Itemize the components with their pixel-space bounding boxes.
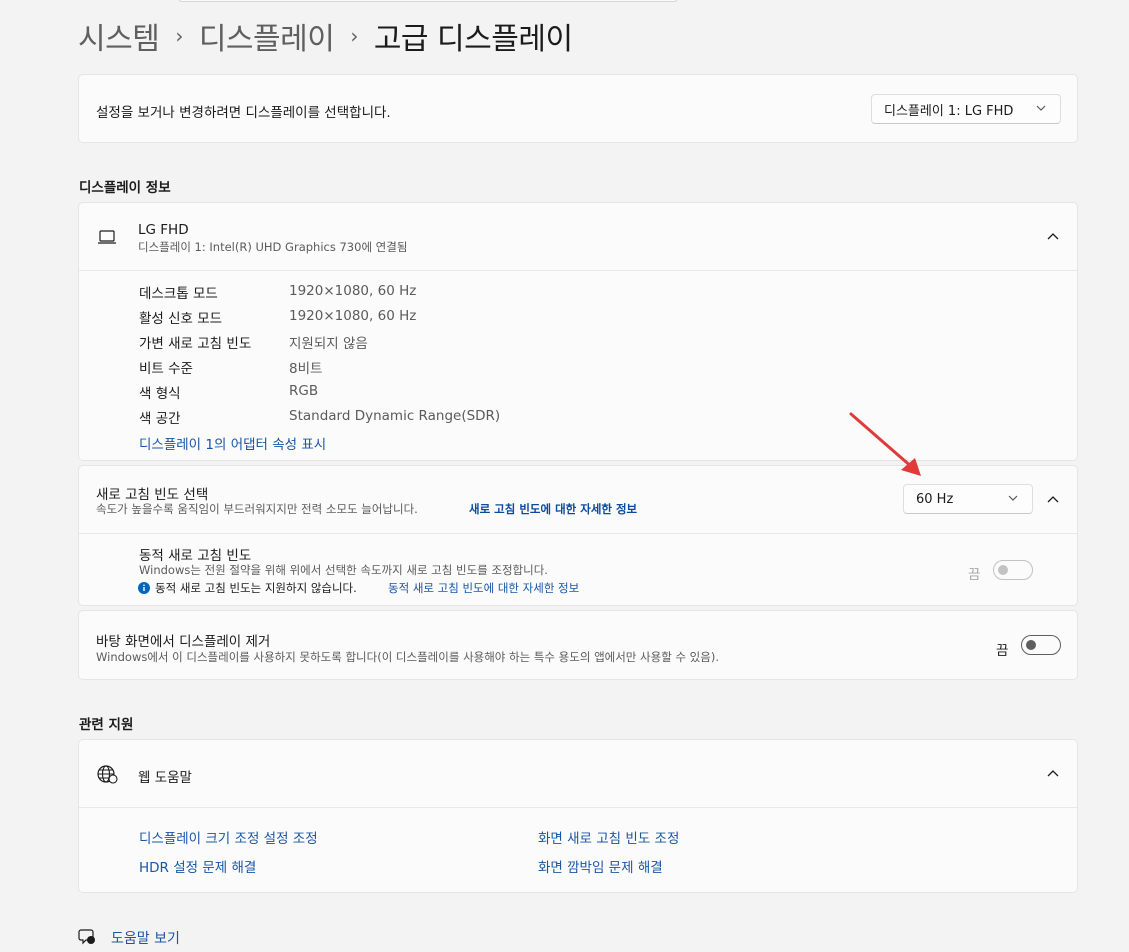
- info-label: 데스크톱 모드: [139, 286, 218, 302]
- select-display-card: 설정을 보거나 변경하려면 디스플레이를 선택합니다. 디스플레이 1: LG …: [78, 74, 1078, 143]
- info-value: 8비트: [289, 361, 323, 377]
- globe-help-icon: [97, 765, 118, 784]
- chevron-up-icon[interactable]: [1045, 229, 1061, 245]
- divider: [79, 807, 1077, 808]
- toggle-knob: [1026, 640, 1036, 650]
- divider: [79, 270, 1077, 271]
- divider: [79, 533, 1077, 534]
- info-label: 색 형식: [139, 386, 181, 402]
- dynamic-refresh-note: 동적 새로 고침 빈도는 지원하지 않습니다.: [155, 581, 357, 595]
- chevron-up-icon[interactable]: [1045, 766, 1061, 782]
- breadcrumb-separator-icon: ›: [175, 24, 183, 48]
- info-value: 1920×1080, 60 Hz: [289, 283, 417, 299]
- adapter-properties-link[interactable]: 디스플레이 1의 어댑터 속성 표시: [139, 433, 326, 453]
- dynamic-refresh-toggle-label: 끔: [968, 567, 981, 583]
- chevron-down-icon: [1008, 495, 1018, 501]
- display-info-header[interactable]: LG FHD 디스플레이 1: Intel(R) UHD Graphics 73…: [79, 203, 1077, 270]
- web-help-label: 웹 도움말: [138, 770, 192, 786]
- remove-display-toggle-label: 끔: [996, 643, 1009, 659]
- search-box-edge: [178, 0, 678, 2]
- dynamic-refresh-title: 동적 새로 고침 빈도: [139, 548, 252, 564]
- info-value: 1920×1080, 60 Hz: [289, 308, 417, 324]
- info-label: 활성 신호 모드: [139, 311, 223, 327]
- laptop-icon: [98, 230, 116, 244]
- section-title-related: 관련 지원: [79, 717, 134, 733]
- info-value: RGB: [289, 383, 319, 399]
- section-title-display-info: 디스플레이 정보: [79, 180, 171, 196]
- refresh-rate-value: 60 Hz: [916, 491, 954, 507]
- display-select-dropdown[interactable]: 디스플레이 1: LG FHD: [871, 94, 1061, 124]
- info-icon: [138, 582, 150, 594]
- info-label: 가변 새로 고침 빈도: [139, 336, 252, 352]
- help-link-scaling[interactable]: 디스플레이 크기 조정 설정 조정: [139, 827, 318, 847]
- remove-display-toggle[interactable]: [1021, 635, 1061, 655]
- toggle-knob: [998, 565, 1008, 575]
- info-value: Standard Dynamic Range(SDR): [289, 408, 501, 424]
- breadcrumb-separator-icon: ›: [350, 24, 358, 48]
- get-help-icon: [78, 929, 95, 945]
- related-support-card: 웹 도움말 디스플레이 크기 조정 설정 조정 화면 새로 고침 빈도 조정 H…: [78, 739, 1078, 893]
- help-link-refresh-rate[interactable]: 화면 새로 고침 빈도 조정: [538, 827, 679, 847]
- refresh-rate-card: 새로 고침 빈도 선택 속도가 높을수록 움직임이 부드러워지지만 전력 소모도…: [78, 465, 1078, 606]
- refresh-rate-info-link[interactable]: 새로 고침 빈도에 대한 자세한 정보: [469, 501, 637, 517]
- monitor-name: LG FHD: [138, 222, 189, 238]
- refresh-rate-dropdown[interactable]: 60 Hz: [903, 484, 1033, 514]
- page-title: 고급 디스플레이: [373, 22, 573, 57]
- dynamic-refresh-toggle[interactable]: [993, 560, 1033, 580]
- get-help-link[interactable]: 도움말 보기: [111, 928, 180, 948]
- help-link-flicker[interactable]: 화면 깜박임 문제 해결: [538, 856, 663, 876]
- info-label: 비트 수준: [139, 361, 193, 377]
- remove-display-title: 바탕 화면에서 디스플레이 제거: [96, 634, 271, 650]
- chevron-down-icon: [1036, 105, 1046, 111]
- breadcrumb-system[interactable]: 시스템: [78, 14, 160, 58]
- help-link-hdr[interactable]: HDR 설정 문제 해결: [139, 856, 256, 876]
- refresh-rate-description: 속도가 높을수록 움직임이 부드러워지지만 전력 소모도 늘어납니다.: [96, 502, 418, 516]
- remove-display-description: Windows에서 이 디스플레이를 사용하지 못하도록 합니다(이 디스플레이…: [96, 650, 719, 664]
- breadcrumb: 시스템 › 디스플레이 › 고급 디스플레이: [78, 14, 573, 58]
- web-help-header[interactable]: 웹 도움말: [79, 740, 1077, 807]
- dynamic-refresh-info-link[interactable]: 동적 새로 고침 빈도에 대한 자세한 정보: [388, 580, 579, 596]
- select-display-prompt: 설정을 보거나 변경하려면 디스플레이를 선택합니다.: [96, 105, 391, 121]
- info-label: 색 공간: [139, 411, 181, 427]
- info-value: 지원되지 않음: [289, 336, 368, 352]
- breadcrumb-display[interactable]: 디스플레이: [199, 14, 335, 58]
- display-select-value: 디스플레이 1: LG FHD: [884, 103, 1014, 119]
- annotation-arrow-icon: [849, 412, 921, 476]
- remove-display-card: 바탕 화면에서 디스플레이 제거 Windows에서 이 디스플레이를 사용하지…: [78, 610, 1078, 680]
- chevron-up-icon[interactable]: [1045, 492, 1061, 508]
- refresh-rate-title: 새로 고침 빈도 선택: [96, 487, 209, 503]
- monitor-connection: 디스플레이 1: Intel(R) UHD Graphics 730에 연결됨: [138, 240, 408, 254]
- dynamic-refresh-description: Windows는 전원 절약을 위해 위에서 선택한 속도까지 새로 고침 빈도…: [139, 563, 548, 577]
